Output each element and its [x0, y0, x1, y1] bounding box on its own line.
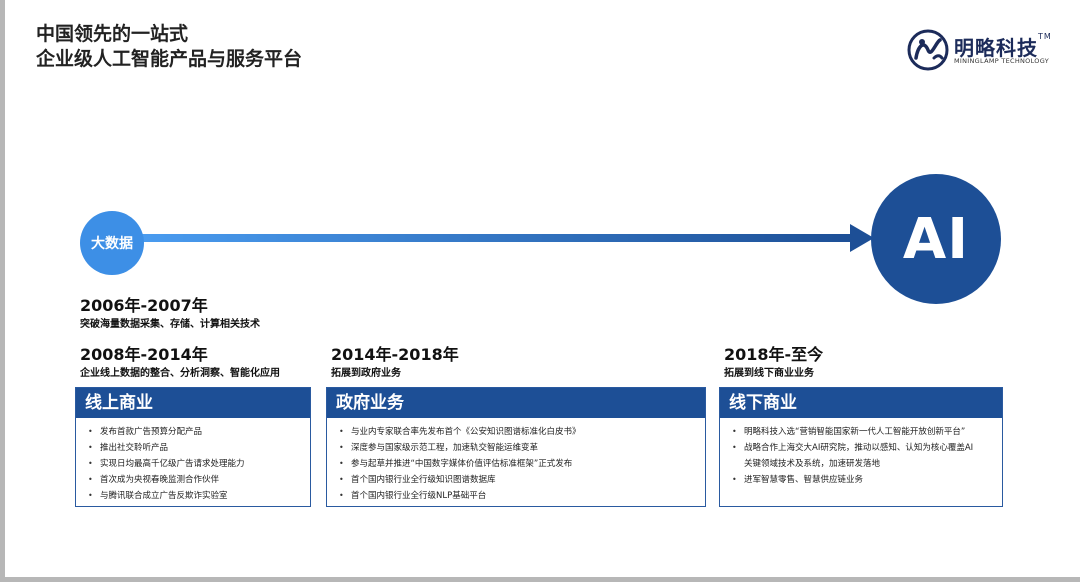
list-item: 首个国内银行业全行级NLP基础平台: [337, 488, 697, 504]
period-desc-2014: 拓展到政府业务: [331, 368, 401, 379]
list-item: 推出社交聆听产品: [86, 440, 302, 456]
list-item: 实现日均最高千亿级广告请求处理能力: [86, 456, 302, 472]
period-desc-2018: 拓展到线下商业业务: [724, 368, 814, 379]
list-item: 首次成为央视春晚监测合作伙伴: [86, 472, 302, 488]
period-years-2006: 2006年-2007年: [80, 296, 208, 315]
list-item: 发布首款广告预算分配产品: [86, 424, 302, 440]
panel-offline-business: 线下商业 明略科技入选“营销智能国家新一代人工智能开放创新平台” 战略合作上海交…: [719, 387, 1003, 507]
period-desc-2006: 突破海量数据采集、存储、计算相关技术: [80, 319, 260, 330]
panel-online-business-list: 发布首款广告预算分配产品 推出社交聆听产品 实现日均最高千亿级广告请求处理能力 …: [86, 424, 302, 504]
panel-government-business-list: 与业内专家联合率先发布首个《公安知识图谱标准化白皮书》 深度参与国家级示范工程，…: [337, 424, 697, 504]
list-item: 明略科技入选“营销智能国家新一代人工智能开放创新平台”: [730, 424, 994, 440]
big-data-circle: 大数据: [80, 211, 144, 275]
panel-government-business: 政府业务 与业内专家联合率先发布首个《公安知识图谱标准化白皮书》 深度参与国家级…: [326, 387, 706, 507]
list-item: 与腾讯联合成立广告反欺诈实验室: [86, 488, 302, 504]
panel-online-business: 线上商业 发布首款广告预算分配产品 推出社交聆听产品 实现日均最高千亿级广告请求…: [75, 387, 311, 507]
list-item: 与业内专家联合率先发布首个《公安知识图谱标准化白皮书》: [337, 424, 697, 440]
panel-government-business-title: 政府业务: [327, 388, 705, 418]
list-item: 战略合作上海交大AI研究院，推动以感知、认知为核心覆盖AI: [730, 440, 994, 456]
period-desc-2008: 企业线上数据的整合、分析洞察、智能化应用: [80, 368, 280, 379]
list-item: 参与起草并推进“中国数字媒体价值评估标准框架”正式发布: [337, 456, 697, 472]
ai-circle: AI: [871, 174, 1001, 304]
period-years-2014: 2014年-2018年: [331, 345, 459, 364]
panel-offline-business-title: 线下商业: [720, 388, 1002, 418]
list-item: 进军智慧零售、智慧供应链业务: [730, 472, 994, 488]
list-item: 关键领域技术及系统，加速研发落地: [744, 459, 881, 469]
period-years-2008: 2008年-2014年: [80, 345, 208, 364]
panel-online-business-title: 线上商业: [76, 388, 310, 418]
list-item: 深度参与国家级示范工程，加速轨交智能运维变革: [337, 440, 697, 456]
list-item: 首个国内银行业全行级知识图谱数据库: [337, 472, 697, 488]
panel-offline-business-list: 明略科技入选“营销智能国家新一代人工智能开放创新平台” 战略合作上海交大AI研究…: [730, 424, 994, 488]
period-years-2018: 2018年-至今: [724, 345, 824, 364]
